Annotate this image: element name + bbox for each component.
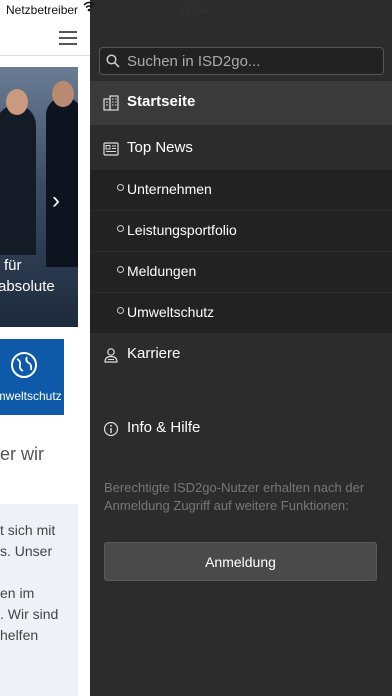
section-heading: er wir bbox=[0, 444, 44, 464]
login-info-text: Berechtigte ISD2go-Nutzer erhalten nach … bbox=[104, 480, 365, 513]
intro-text-line: s. Unser bbox=[0, 543, 53, 559]
hero-caption-line: absolute bbox=[0, 278, 55, 295]
menu-item-label: Info & Hilfe bbox=[127, 419, 201, 436]
building-icon bbox=[103, 95, 119, 111]
background-page: › für absolute Umweltschutz er wir t sic… bbox=[0, 0, 90, 696]
submenu-item-unternehmen[interactable]: Unternehmen bbox=[90, 170, 392, 210]
intro-text-line: helfen bbox=[0, 627, 39, 643]
status-time: 12:34 bbox=[178, 3, 209, 17]
newspaper-icon bbox=[103, 142, 119, 156]
info-icon bbox=[103, 421, 119, 437]
hero-caption-line: für bbox=[4, 257, 22, 274]
umweltschutz-tile-label: Umweltschutz bbox=[0, 389, 62, 403]
submenu-item-meldungen[interactable]: Meldungen bbox=[90, 252, 392, 292]
bullet-icon bbox=[117, 266, 124, 273]
menu-item-karriere[interactable]: Karriere bbox=[90, 333, 392, 377]
menu-item-label: Top News bbox=[127, 139, 193, 156]
menu-item-label: Karriere bbox=[127, 345, 181, 362]
status-bar: Netzbetreiber 12:34 bbox=[0, 0, 392, 20]
person-icon bbox=[104, 348, 118, 363]
navigation-drawer: Startseite Top News Unternehmen Leistung… bbox=[90, 0, 392, 696]
bullet-icon bbox=[117, 225, 124, 232]
search-icon bbox=[106, 54, 120, 68]
submenu-item-label: Umweltschutz bbox=[127, 304, 215, 320]
hamburger-menu-icon[interactable] bbox=[59, 31, 77, 45]
submenu-item-label: Leistungsportfolio bbox=[127, 222, 237, 238]
hero-caption: für absolute bbox=[0, 255, 78, 297]
hero-person bbox=[0, 105, 36, 255]
search-input[interactable] bbox=[127, 48, 377, 74]
bullet-icon bbox=[117, 184, 124, 191]
login-button[interactable]: Anmeldung bbox=[104, 542, 377, 581]
intro-text-line: t sich mit bbox=[0, 522, 56, 538]
hero-person-head bbox=[52, 81, 74, 107]
chevron-right-icon[interactable]: › bbox=[52, 187, 60, 215]
intro-text-box: t sich mit s. Unser en im . Wir sind hel… bbox=[0, 504, 78, 696]
menu-item-label: Startseite bbox=[127, 93, 196, 110]
menu-item-startseite[interactable]: Startseite bbox=[90, 81, 392, 125]
hero-slider[interactable]: › für absolute bbox=[0, 67, 78, 327]
menu-item-info-hilfe[interactable]: Info & Hilfe bbox=[90, 407, 392, 451]
submenu-item-label: Unternehmen bbox=[127, 181, 212, 197]
wifi-icon bbox=[83, 1, 95, 12]
submenu-item-label: Meldungen bbox=[127, 263, 197, 279]
intro-text-line: . Wir sind bbox=[0, 606, 59, 622]
header-divider bbox=[0, 55, 90, 56]
carrier-label: Netzbetreiber bbox=[6, 3, 79, 17]
hero-person-head bbox=[6, 89, 28, 115]
globe-icon bbox=[11, 352, 37, 378]
search-box[interactable] bbox=[99, 47, 384, 75]
submenu-item-umweltschutz[interactable]: Umweltschutz bbox=[90, 293, 392, 333]
menu-item-top-news[interactable]: Top News bbox=[90, 127, 392, 171]
hero-person bbox=[46, 97, 78, 267]
umweltschutz-tile[interactable]: Umweltschutz bbox=[0, 339, 64, 415]
intro-text-line: en im bbox=[0, 585, 35, 601]
submenu-item-leistungsportfolio[interactable]: Leistungsportfolio bbox=[90, 211, 392, 251]
bullet-icon bbox=[117, 307, 124, 314]
